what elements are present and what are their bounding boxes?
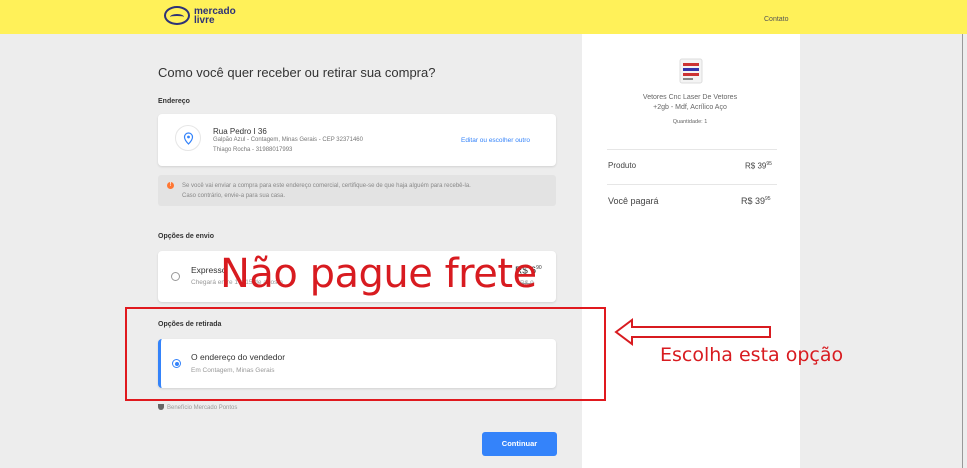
product-quantity: Quantidade: 1	[672, 119, 708, 125]
top-bar: mercado livre Contato	[0, 0, 967, 34]
warning-line1: Se você vai enviar a compra para este en…	[182, 183, 471, 189]
shipping-price-cents: 90	[536, 265, 542, 271]
edit-address-link[interactable]: Editar ou escolher outro	[461, 137, 530, 144]
total-price: R$ 3995	[741, 196, 771, 206]
address-card: Rua Pedro I 36 Galpão Azul - Contagem, M…	[158, 114, 556, 166]
trophy-icon	[158, 404, 164, 410]
total-price-whole: R$ 39	[741, 196, 766, 206]
address-section-label: Endereço	[158, 98, 190, 105]
summary-divider-1	[607, 149, 777, 150]
warning-line2: Caso contrário, envie-a para sua casa.	[182, 193, 286, 199]
warning-text: Se você vai enviar a compra para este en…	[182, 181, 542, 201]
address-street: Rua Pedro I 36	[213, 127, 267, 136]
shipping-radio[interactable]	[171, 272, 180, 281]
background-right	[800, 34, 967, 468]
product-name-line2: +2gb - Mdf, Acrílico Aço	[653, 104, 727, 111]
window-edge	[962, 34, 963, 468]
shipping-section-label: Opções de envio	[158, 233, 215, 240]
logo-line2: livre	[194, 14, 215, 26]
product-price-cents: 95	[766, 161, 772, 167]
highlight-box	[125, 307, 606, 401]
mercado-livre-logo[interactable]: mercado livre	[164, 6, 236, 25]
annotation-callout: Escolha esta opção	[660, 344, 844, 366]
contact-link[interactable]: Contato	[764, 16, 789, 23]
exclamation-icon: !	[167, 182, 174, 189]
benefit-text: Benefício Mercado Pontos	[167, 405, 238, 411]
product-price: R$ 3995	[745, 161, 772, 171]
product-label: Produto	[608, 161, 637, 170]
handshake-logo-icon	[164, 6, 190, 25]
page-title: Como você quer receber ou retirar sua co…	[158, 65, 436, 80]
product-name-line1: Vetores Cnc Laser De Vetores	[642, 94, 738, 101]
continue-button[interactable]: Continuar	[482, 432, 557, 456]
total-label: Você pagará	[608, 196, 659, 206]
left-arrow-icon	[614, 318, 771, 346]
product-name: Vetores Cnc Laser De Vetores +2gb - Mdf,…	[610, 93, 770, 113]
address-detail: Galpão Azul - Contagem, Minas Gerais - C…	[213, 137, 363, 143]
annotation-headline: Não pague frete	[220, 251, 537, 297]
product-thumbnail[interactable]	[679, 58, 703, 84]
commercial-address-warning: ! Se você vai enviar a compra para este …	[158, 175, 556, 206]
location-pin-icon	[175, 125, 201, 151]
logo-text: mercado livre	[194, 6, 236, 26]
benefit-note: Benefício Mercado Pontos	[158, 404, 237, 411]
total-price-cents: 95	[765, 196, 771, 202]
address-recipient: Thiago Rocha - 31988017993	[213, 147, 293, 153]
summary-divider-2	[607, 184, 777, 185]
product-price-whole: R$ 39	[745, 161, 767, 171]
